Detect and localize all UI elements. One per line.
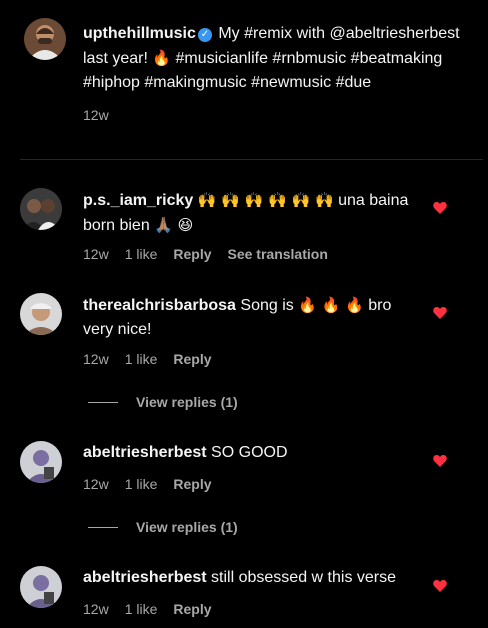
- caption-timestamp[interactable]: 12w: [83, 103, 478, 127]
- comment-meta: 12w 1 like Reply See translation: [83, 246, 328, 262]
- comment-body: therealchrisbarbosa Song is 🔥 🔥 🔥 bro ve…: [83, 293, 423, 342]
- divider: [20, 159, 483, 160]
- like-count[interactable]: 1 like: [125, 246, 158, 262]
- comment-timestamp[interactable]: 12w: [83, 601, 109, 617]
- like-count[interactable]: 1 like: [125, 476, 158, 492]
- heart-icon[interactable]: [432, 578, 448, 594]
- comment-meta: 12w 1 like Reply: [83, 601, 212, 617]
- comment-body: p.s._iam_ricky 🙌 🙌 🙌 🙌 🙌 🙌 una baina bor…: [83, 188, 423, 238]
- comment-body: abeltriesherbest SO GOOD: [83, 441, 423, 465]
- view-replies-label: View replies (1): [136, 519, 238, 535]
- view-replies-button[interactable]: View replies (1): [88, 519, 238, 535]
- comment-timestamp[interactable]: 12w: [83, 476, 109, 492]
- view-replies-button[interactable]: View replies (1): [88, 394, 238, 410]
- comment-username[interactable]: abeltriesherbest: [83, 444, 207, 461]
- avatar[interactable]: [20, 293, 62, 335]
- comment-meta: 12w 1 like Reply: [83, 351, 212, 367]
- fire-emoji: 🔥 🔥 🔥: [298, 296, 364, 314]
- comment-username[interactable]: therealchrisbarbosa: [83, 297, 236, 314]
- verified-badge-icon: ✓: [197, 28, 212, 42]
- comment-body: abeltriesherbest still obsessed w this v…: [83, 566, 423, 590]
- heart-icon[interactable]: [432, 200, 448, 216]
- fire-emoji: 🔥: [152, 49, 172, 67]
- like-count[interactable]: 1 like: [125, 351, 158, 367]
- avatar[interactable]: [20, 566, 62, 608]
- caption-text: upthehillmusic ✓ My #remix with @abeltrie…: [83, 22, 478, 127]
- comment-username[interactable]: abeltriesherbest: [83, 569, 207, 586]
- reply-button[interactable]: Reply: [173, 351, 211, 367]
- avatar[interactable]: [24, 18, 66, 60]
- avatar[interactable]: [20, 441, 62, 483]
- heart-icon[interactable]: [432, 453, 448, 469]
- comment-text: still obsessed w this verse: [206, 569, 397, 586]
- comment-timestamp[interactable]: 12w: [83, 351, 109, 367]
- see-translation-button[interactable]: See translation: [228, 246, 328, 262]
- comment-timestamp[interactable]: 12w: [83, 246, 109, 262]
- like-count[interactable]: 1 like: [125, 601, 158, 617]
- reply-button[interactable]: Reply: [173, 601, 211, 617]
- comment-text: SO GOOD: [206, 444, 288, 461]
- comment-text: Song is: [235, 297, 299, 314]
- view-replies-label: View replies (1): [136, 394, 238, 410]
- comment-username[interactable]: p.s._iam_ricky: [83, 192, 193, 209]
- replies-line: [88, 526, 118, 528]
- reply-button[interactable]: Reply: [173, 246, 211, 262]
- emoji-group: 🙏🏽 😆: [154, 216, 194, 234]
- comment-meta: 12w 1 like Reply: [83, 476, 212, 492]
- raised-hands-emoji: 🙌 🙌 🙌 🙌 🙌 🙌: [197, 191, 334, 209]
- avatar[interactable]: [20, 188, 62, 230]
- replies-line: [88, 401, 118, 403]
- caption-username[interactable]: upthehillmusic: [83, 25, 196, 42]
- heart-icon[interactable]: [432, 305, 448, 321]
- reply-button[interactable]: Reply: [173, 476, 211, 492]
